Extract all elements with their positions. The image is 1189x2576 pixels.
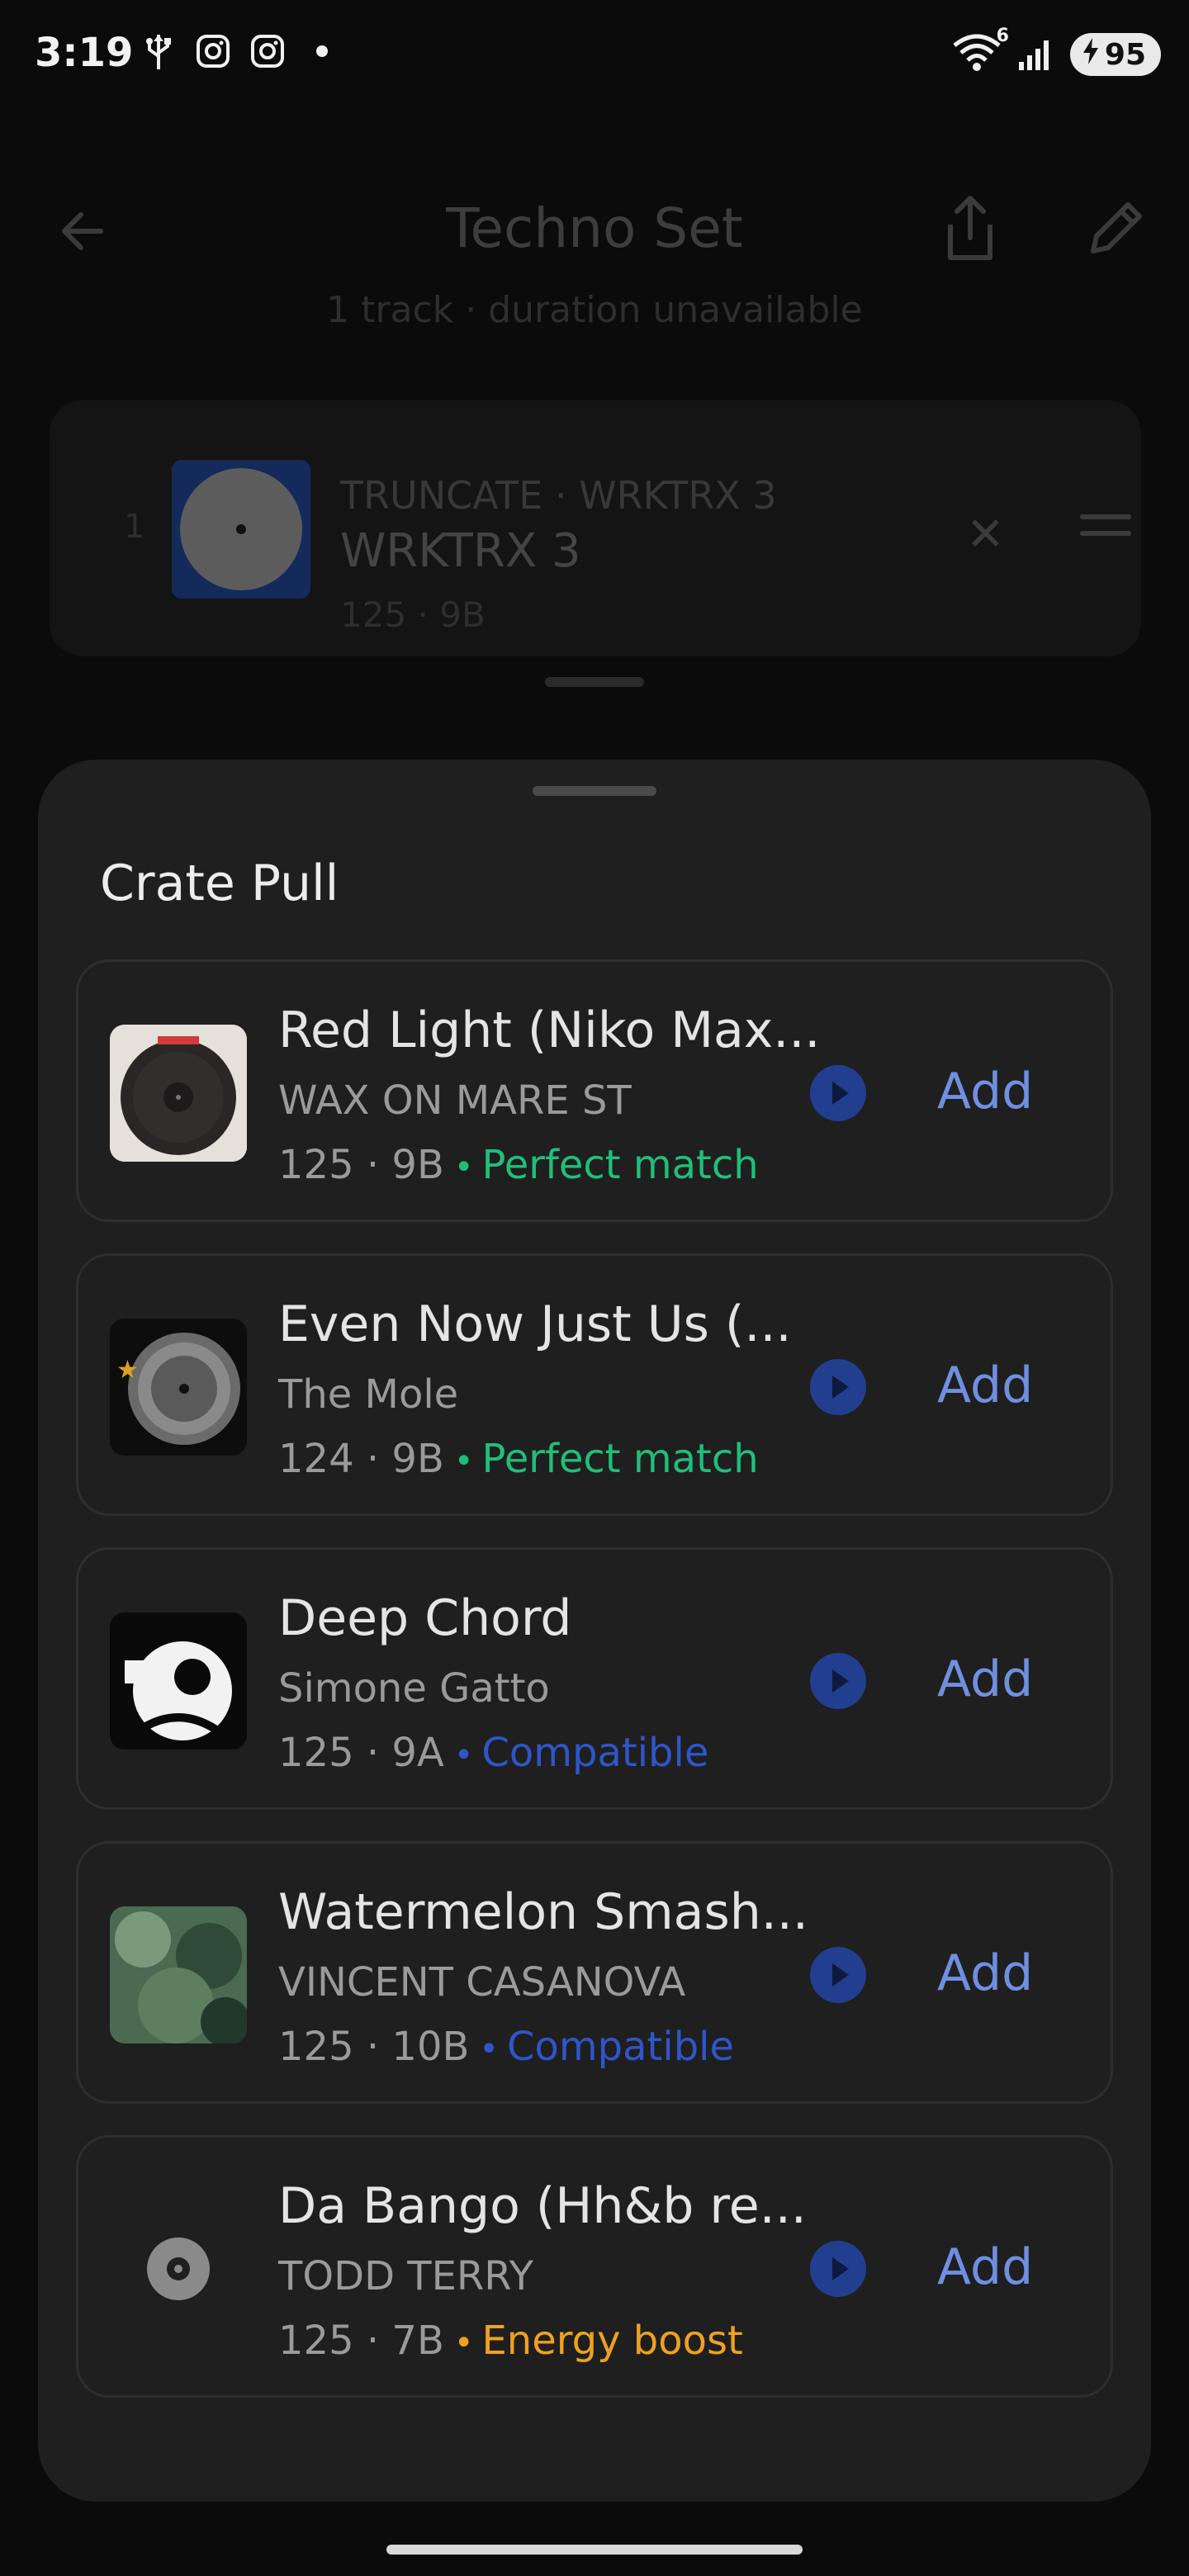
- status-bar: 3:19 6 95: [0, 0, 1189, 116]
- add-button[interactable]: Add: [937, 1063, 1033, 1120]
- crate-item[interactable]: ★ Even Now Just Us (... The Mole 124 · 9…: [76, 1253, 1113, 1516]
- crate-item[interactable]: Watermelon Smash... VINCENT CASANOVA 125…: [76, 1841, 1113, 2104]
- instagram-icon: [195, 33, 231, 69]
- vinyl-black-art: ★: [110, 1319, 247, 1456]
- playlist-track-row[interactable]: 1 TRUNCATE · WRKTRX 3 WRKTRX 3 125 · 9B …: [50, 400, 1141, 656]
- crate-item[interactable]: Da Bango (Hh&b re... TODD TERRY 125 · 7B…: [76, 2135, 1113, 2398]
- instagram-icon: [249, 33, 286, 69]
- cell-signal-icon: [1017, 34, 1055, 75]
- crate-item-title: Watermelon Smash...: [278, 1883, 808, 1941]
- playlist-screen: Techno Set 1 track · duration unavailabl…: [0, 116, 1189, 760]
- bpm: 125: [278, 1142, 354, 1188]
- play-preview-button[interactable]: [810, 1359, 866, 1415]
- list-handle: [545, 677, 644, 687]
- track-number: 1: [124, 508, 145, 546]
- crate-pull-sheet: Crate Pull Red Light (Niko Max... WAX ON…: [38, 760, 1151, 2502]
- add-button[interactable]: Add: [937, 1650, 1033, 1708]
- match-tag: Perfect match: [481, 1142, 759, 1188]
- match-tag: Perfect match: [481, 1436, 759, 1482]
- add-button[interactable]: Add: [937, 1357, 1033, 1414]
- key: 7B: [391, 2318, 444, 2364]
- crate-item-title: Red Light (Niko Max...: [278, 1002, 821, 1059]
- svg-text:★: ★: [116, 1356, 139, 1385]
- crate-item-artist: Simone Gatto: [278, 1665, 550, 1712]
- remove-track-icon[interactable]: ✕: [966, 508, 1005, 561]
- deep-vibes-art: [110, 1612, 247, 1750]
- play-preview-button[interactable]: [810, 1947, 866, 2003]
- disc-placeholder-icon: [110, 2200, 247, 2337]
- wifi-badge: 6: [996, 26, 1009, 46]
- share-icon[interactable]: [937, 192, 1003, 266]
- crate-item-artist: TODD TERRY: [278, 2253, 533, 2299]
- crate-item-meta: 125 · 9A • Compatible: [278, 1730, 709, 1776]
- bpm: 125: [278, 2318, 354, 2364]
- crate-item-title: Deep Chord: [278, 1589, 572, 1647]
- sheet-title: Crate Pull: [100, 855, 339, 912]
- status-time: 3:19: [35, 30, 134, 76]
- track-artist: TRUNCATE · WRKTRX 3: [340, 473, 777, 518]
- crate-item-meta: 125 · 9B • Perfect match: [278, 1142, 759, 1188]
- bpm: 125: [278, 2024, 354, 2070]
- crate-item[interactable]: Deep Chord Simone Gatto 125 · 9A • Compati…: [76, 1547, 1113, 1810]
- crate-item-meta: 125 · 7B • Energy boost: [278, 2318, 743, 2364]
- notification-dot-icon: [304, 33, 340, 69]
- crate-item-title: Even Now Just Us (...: [278, 1295, 792, 1353]
- sheet-drag-handle[interactable]: [533, 786, 656, 796]
- crate-item-artist: WAX ON MARE ST: [278, 1077, 632, 1124]
- play-preview-button[interactable]: [810, 2241, 866, 2297]
- add-button[interactable]: Add: [937, 1944, 1033, 2002]
- match-tag: Compatible: [481, 1730, 709, 1776]
- wifi-icon: 6: [951, 26, 1009, 75]
- red-light-art: [110, 1025, 247, 1162]
- crate-item-meta: 125 · 10B • Compatible: [278, 2024, 735, 2070]
- crate-item-meta: 124 · 9B • Perfect match: [278, 1436, 759, 1482]
- crate-item[interactable]: Red Light (Niko Max... WAX ON MARE ST 12…: [76, 959, 1113, 1222]
- play-preview-button[interactable]: [810, 1065, 866, 1121]
- key: 9A: [391, 1730, 444, 1776]
- battery-level: 95: [1104, 37, 1146, 72]
- add-button[interactable]: Add: [937, 2238, 1033, 2296]
- match-tag: Compatible: [507, 2024, 735, 2070]
- crate-item-artist: The Mole: [278, 1371, 459, 1418]
- track-artwork: [172, 460, 310, 599]
- key: 9B: [391, 1436, 444, 1482]
- key: 9B: [391, 1142, 444, 1188]
- crate-item-artist: VINCENT CASANOVA: [278, 1959, 686, 2005]
- match-tag: Energy boost: [481, 2318, 743, 2364]
- track-title: WRKTRX 3: [340, 524, 581, 578]
- forest-art: [110, 1906, 247, 2043]
- play-preview-button[interactable]: [810, 1653, 866, 1709]
- crate-item-title: Da Bango (Hh&b re...: [278, 2177, 807, 2235]
- battery-indicator: 95: [1069, 33, 1161, 76]
- key: 10B: [391, 2024, 470, 2070]
- app-bar: Techno Set: [0, 182, 1189, 272]
- bpm: 125: [278, 1730, 354, 1776]
- bpm: 124: [278, 1436, 354, 1482]
- playlist-title: Techno Set: [446, 197, 743, 260]
- track-meta: 125 · 9B: [340, 594, 486, 635]
- usb-icon: [140, 33, 177, 69]
- playlist-subtitle: 1 track · duration unavailable: [326, 289, 863, 331]
- gesture-home-bar[interactable]: [386, 2545, 803, 2555]
- edit-pencil-icon[interactable]: [1082, 193, 1151, 263]
- charging-bolt-icon: [1082, 37, 1100, 72]
- drag-handle-icon[interactable]: [1080, 514, 1131, 547]
